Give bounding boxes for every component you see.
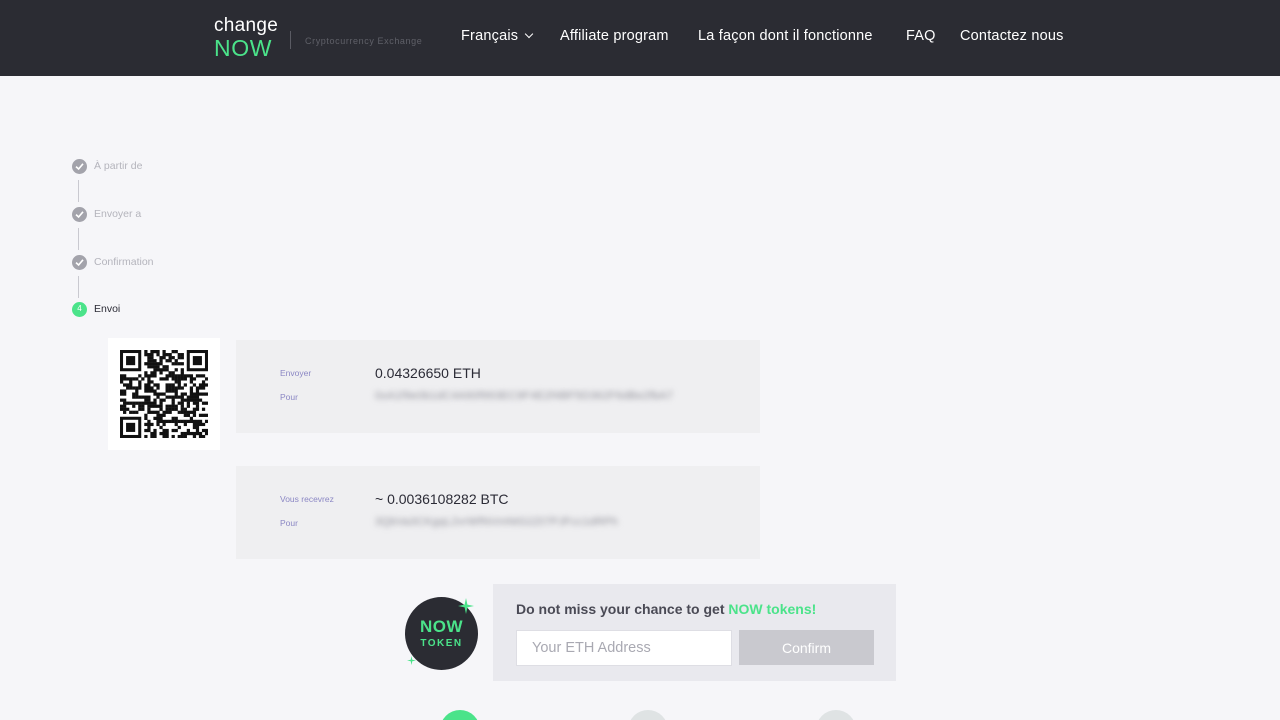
sparkle-icon [407,656,416,665]
nav-how-it-works[interactable]: La façon dont il fonctionne [698,28,873,44]
step-label: Envoi [94,303,121,315]
logo-word-change: change [214,15,279,36]
check-icon [72,255,87,270]
badge-text-token: TOKEN [420,638,463,649]
top-navbar: change NOW Cryptocurrency Exchange Franç… [0,0,1280,76]
deposit-address[interactable]: 0xA1f9e0b1dC4A90f993EC9F4E2f4BF5D362F6dB… [375,390,673,402]
sparkle-icon [458,598,474,614]
promo-headline-highlight: NOW tokens! [728,601,817,617]
step-label: Confirmation [94,256,154,268]
confirm-button[interactable]: Confirm [739,630,874,665]
step-connector [78,180,79,202]
info-step-circle [440,710,480,720]
nav-affiliate-program[interactable]: Affiliate program [560,28,669,44]
send-details-card: Envoyer 0.04326650 ETH Pour 0xA1f9e0b1dC… [236,340,760,433]
send-to-key-label: Pour [280,392,298,402]
language-selector[interactable]: Français [461,28,534,44]
receive-details-card: Vous recevrez ~ 0.0036108282 BTC Pour 3Q… [236,466,760,559]
now-token-promo: Do not miss your chance to get NOW token… [493,584,896,681]
check-icon [72,159,87,174]
deposit-qr-code [108,338,220,450]
info-step-circle [816,710,856,720]
step-label: À partir de [94,160,143,172]
promo-headline: Do not miss your chance to get NOW token… [516,601,816,617]
logo-tagline: Cryptocurrency Exchange [305,36,423,46]
step-connector [78,276,79,298]
nav-faq[interactable]: FAQ [906,28,936,44]
qr-code-icon [120,350,208,438]
badge-text-now: NOW [419,617,464,636]
receive-amount: ~ 0.0036108282 BTC [375,491,509,507]
payout-address: 3QbVa3CKgqL2vrWfNVmNtG2Zt7PJFcc1dRPh [375,516,618,528]
receive-to-key-label: Pour [280,518,298,528]
eth-address-input[interactable] [516,630,732,666]
nav-contact[interactable]: Contactez nous [960,28,1064,44]
promo-headline-text: Do not miss your chance to get [516,601,729,617]
send-key-label: Envoyer [280,368,312,378]
step-connector [78,228,79,250]
chevron-down-icon [524,29,534,39]
step-label: Envoyer a [94,208,142,220]
info-step-circle [628,710,668,720]
logo-word-now: NOW [214,35,273,61]
receive-key-label: Vous recevrez [280,494,334,504]
changenow-logo[interactable]: change NOW [214,15,279,61]
check-icon [72,207,87,222]
language-label: Français [461,28,519,44]
logo-divider [290,31,291,49]
step-number: 4 [77,304,82,313]
send-amount[interactable]: 0.04326650 ETH [375,365,481,381]
